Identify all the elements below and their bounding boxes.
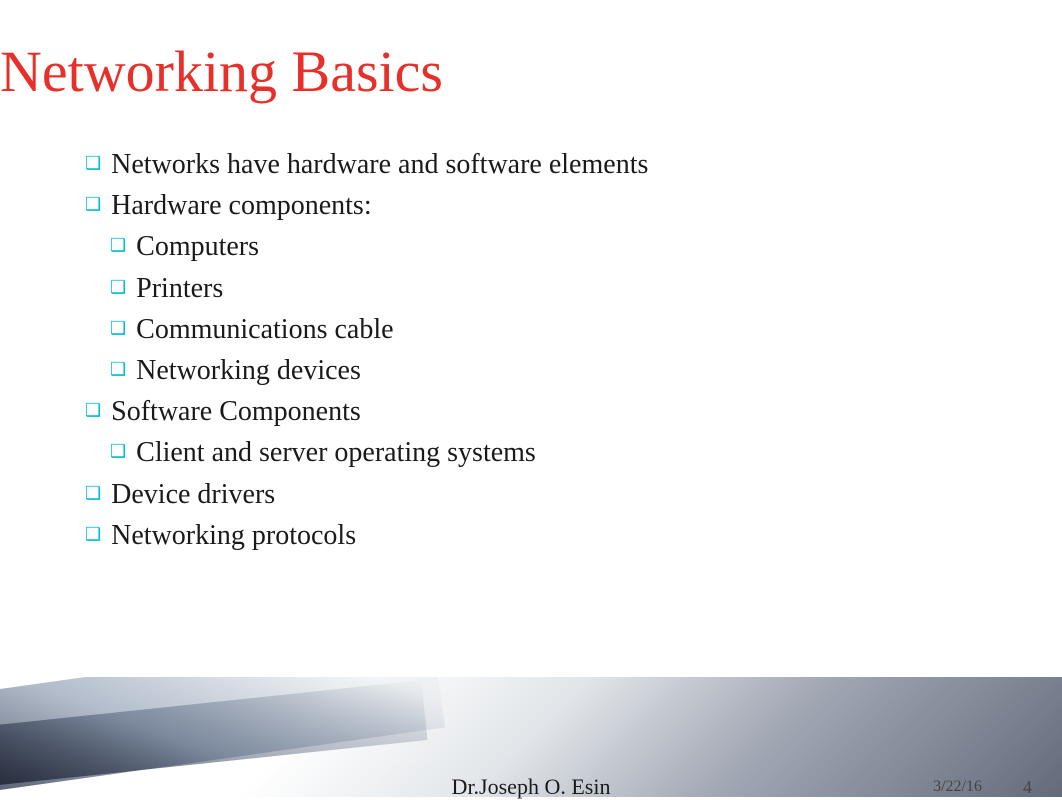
list-item: ❑ Software Components [55, 392, 1002, 431]
bullet-icon: ❑ [110, 233, 126, 258]
list-item-text: Device drivers [111, 475, 275, 514]
list-item: ❑ Networking protocols [55, 516, 1002, 555]
content-area: ❑ Networks have hardware and software el… [0, 135, 1062, 555]
list-item: ❑ Computers [55, 227, 1002, 266]
footer-page: 4 [1023, 777, 1032, 798]
list-item-text: Computers [136, 227, 259, 266]
list-item-text: Communications cable [136, 310, 393, 349]
list-item: ❑ Device drivers [55, 475, 1002, 514]
bullet-icon: ❑ [110, 357, 126, 382]
footer-author: Dr.Joseph O. Esin [452, 774, 611, 800]
list-item-text: Software Components [111, 392, 361, 431]
bullet-icon: ❑ [110, 439, 126, 464]
list-item: ❑ Networks have hardware and software el… [55, 145, 1002, 184]
list-item: ❑ Printers [55, 269, 1002, 308]
bullet-icon: ❑ [85, 151, 101, 176]
bullet-icon: ❑ [85, 398, 101, 423]
bullet-icon: ❑ [85, 192, 101, 217]
list-item-text: Client and server operating systems [136, 433, 536, 472]
list-item: ❑ Networking devices [55, 351, 1002, 390]
bullet-icon: ❑ [85, 481, 101, 506]
footer-date: 3/22/16 [933, 778, 982, 796]
bullet-icon: ❑ [110, 275, 126, 300]
bullet-icon: ❑ [85, 522, 101, 547]
list-item-text: Printers [136, 269, 223, 308]
bullet-icon: ❑ [110, 316, 126, 341]
slide-title: Networking Basics [0, 0, 1062, 135]
list-item-text: Networks have hardware and software elem… [111, 145, 648, 184]
slide: Networking Basics ❑ Networks have hardwa… [0, 0, 1062, 797]
list-item-text: Networking protocols [111, 516, 356, 555]
list-item-text: Networking devices [136, 351, 361, 390]
list-item: ❑ Communications cable [55, 310, 1002, 349]
list-item-text: Hardware components: [111, 186, 371, 225]
list-item: ❑ Client and server operating systems [55, 433, 1002, 472]
list-item: ❑ Hardware components: [55, 186, 1002, 225]
